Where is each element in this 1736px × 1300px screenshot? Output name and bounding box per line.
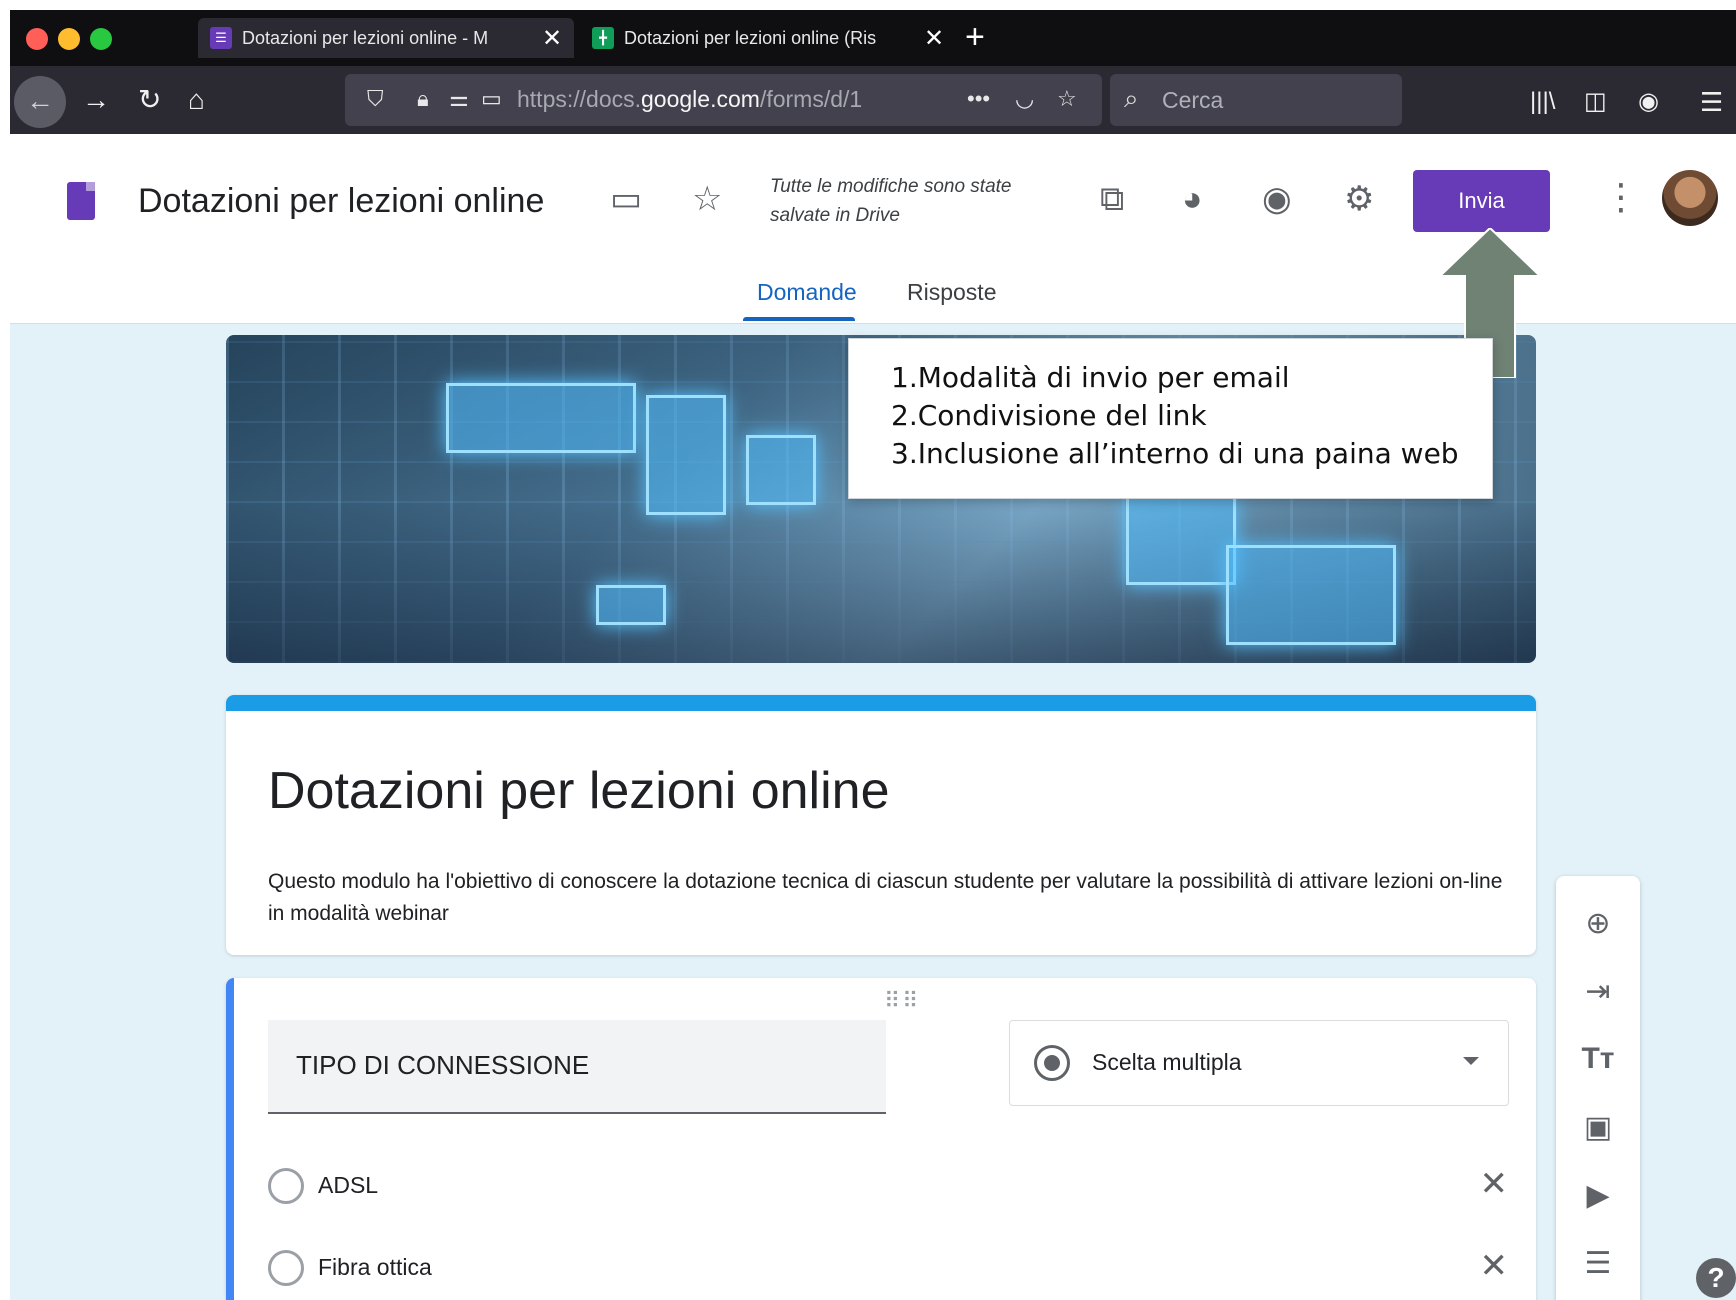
option-row[interactable]: Fibra ottica ✕ — [268, 1246, 1509, 1288]
banner-screen — [1126, 495, 1236, 585]
add-question-icon[interactable]: ⊕ — [1556, 906, 1640, 941]
account-icon[interactable]: ◉ — [1638, 86, 1659, 118]
radio-option-icon — [268, 1168, 304, 1204]
banner-screen — [746, 435, 816, 505]
minimize-window-button[interactable] — [58, 28, 80, 50]
document-title[interactable]: Dotazioni per lezioni online — [138, 182, 544, 221]
banner-screen — [646, 395, 726, 515]
avatar[interactable] — [1662, 170, 1718, 226]
tab-title: Dotazioni per lezioni online (Ris — [624, 27, 877, 48]
home-icon[interactable]: ⌂ — [188, 84, 205, 116]
star-icon[interactable]: ☆ — [692, 179, 722, 219]
reload-icon[interactable]: ↻ — [138, 84, 161, 116]
radio-button-icon — [1034, 1045, 1070, 1081]
callout-line: 2.Condivisione del link — [891, 399, 1207, 432]
tab-questions[interactable]: Domande — [757, 279, 857, 306]
radio-option-icon — [268, 1250, 304, 1286]
new-tab-button[interactable]: + — [965, 20, 985, 54]
shield-icon[interactable]: ⛉ — [367, 86, 384, 112]
sheets-icon: ╋ — [592, 27, 614, 49]
tab-bar: ☰ Dotazioni per lezioni online - M ✕ ╋ D… — [10, 10, 1736, 66]
save-status: Tutte le modifiche sono state salvate in… — [770, 176, 1012, 226]
annotation-callout: 1.Modalità di invio per email 2.Condivis… — [848, 338, 1493, 499]
url-bar[interactable]: ⛉ 🔒︎ ⚌ ▭ https://docs.google.com/forms/d… — [345, 74, 1102, 126]
option-row[interactable]: ADSL ✕ — [268, 1164, 1509, 1206]
more-options-icon[interactable]: ⋮ — [1603, 176, 1639, 218]
close-tab-icon[interactable]: ✕ — [924, 24, 944, 53]
more-actions-icon[interactable]: ••• — [967, 86, 990, 112]
option-label[interactable]: Fibra ottica — [318, 1254, 432, 1281]
remove-option-icon[interactable]: ✕ — [1480, 1164, 1509, 1204]
forms-icon: ☰ — [210, 27, 232, 49]
option-label[interactable]: ADSL — [318, 1172, 378, 1199]
add-video-icon[interactable]: ▶ — [1556, 1178, 1640, 1213]
banner-screen — [446, 383, 636, 453]
palette-icon[interactable]: ◕ — [1182, 179, 1203, 219]
back-icon[interactable]: ← — [14, 76, 66, 128]
send-button[interactable]: Invia — [1413, 170, 1550, 232]
banner-screen — [596, 585, 666, 625]
nav-bar: ← → ↻ ⌂ ⛉ 🔒︎ ⚌ ▭ https://docs.google.com… — [10, 66, 1736, 134]
permissions-icon[interactable]: ⚌ — [449, 86, 469, 112]
close-tab-icon[interactable]: ✕ — [542, 24, 562, 53]
library-icon[interactable]: |||\ — [1530, 86, 1555, 118]
settings-gear-icon[interactable]: ⚙ — [1344, 179, 1374, 219]
callout-line: 3.Inclusione all’interno di una paina we… — [891, 437, 1459, 470]
preview-eye-icon[interactable]: ◉ — [1262, 179, 1292, 219]
addons-icon[interactable]: ⧉ — [1100, 179, 1124, 219]
form-title-card[interactable]: Dotazioni per lezioni online Questo modu… — [226, 695, 1536, 955]
import-questions-icon[interactable]: ⇥ — [1556, 974, 1640, 1009]
remove-option-icon[interactable]: ✕ — [1480, 1246, 1509, 1286]
add-title-icon[interactable]: Tт — [1556, 1042, 1640, 1076]
floating-toolbar: ⊕ ⇥ Tт ▣ ▶ ☰ — [1556, 876, 1640, 1300]
question-type-select[interactable]: Scelta multipla — [1009, 1020, 1509, 1106]
menu-icon[interactable]: ☰ — [1700, 86, 1723, 118]
active-tab-indicator — [743, 317, 855, 321]
question-title-field[interactable]: TIPO DI CONNESSIONE — [268, 1020, 886, 1114]
question-type-label: Scelta multipla — [1092, 1049, 1242, 1075]
dropdown-arrow-icon — [1463, 1057, 1479, 1065]
folder-icon[interactable]: ▭ — [610, 179, 642, 219]
question-card[interactable]: ⠿⠿ TIPO DI CONNESSIONE Scelta multipla A… — [226, 978, 1536, 1300]
help-icon[interactable]: ? — [1696, 1258, 1736, 1298]
sidebar-icon[interactable]: ◫ — [1584, 86, 1607, 118]
search-placeholder: Cerca — [1162, 87, 1224, 113]
close-window-button[interactable] — [26, 28, 48, 50]
form-description[interactable]: Questo modulo ha l'obiettivo di conoscer… — [268, 866, 1508, 930]
search-bar[interactable]: ⌕ Cerca — [1110, 74, 1402, 126]
bookmark-star-icon[interactable]: ☆ — [1057, 86, 1077, 112]
browser-window: ☰ Dotazioni per lezioni online - M ✕ ╋ D… — [10, 10, 1736, 1300]
forms-logo-icon[interactable] — [67, 182, 95, 220]
banner-screen — [1226, 545, 1396, 645]
search-icon: ⌕ — [1124, 83, 1139, 113]
browser-tab-sheets[interactable]: ╋ Dotazioni per lezioni online (Ris ✕ — [580, 18, 956, 58]
maximize-window-button[interactable] — [90, 28, 112, 50]
pocket-icon[interactable]: ◡ — [1015, 86, 1034, 112]
add-section-icon[interactable]: ☰ — [1556, 1246, 1640, 1281]
form-title[interactable]: Dotazioni per lezioni online — [268, 761, 890, 821]
url-text: https://docs.google.com/forms/d/1 — [517, 86, 863, 112]
browser-tab-forms[interactable]: ☰ Dotazioni per lezioni online - M ✕ — [198, 18, 575, 58]
forward-icon[interactable]: → — [82, 84, 110, 116]
add-image-icon[interactable]: ▣ — [1556, 1110, 1640, 1145]
callout-line: 1.Modalità di invio per email — [891, 361, 1290, 394]
tab-responses[interactable]: Risposte — [907, 279, 996, 306]
drag-handle-icon[interactable]: ⠿⠿ — [884, 988, 920, 1014]
question-title: TIPO DI CONNESSIONE — [296, 1050, 590, 1080]
lock-icon[interactable]: 🔒︎ — [417, 86, 429, 112]
tracking-icon[interactable]: ▭ — [481, 86, 502, 112]
tab-title: Dotazioni per lezioni online - M — [242, 27, 489, 48]
